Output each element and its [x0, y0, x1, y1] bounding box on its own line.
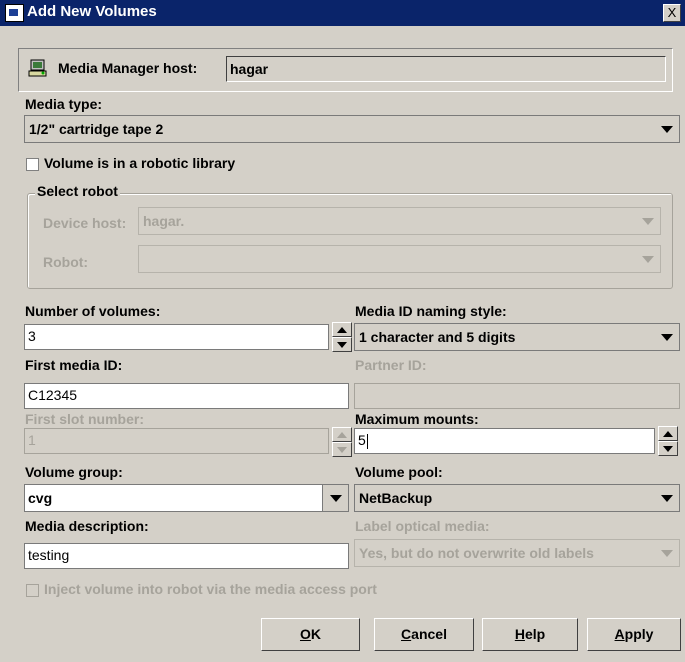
- select-robot-title: Select robot: [35, 183, 120, 199]
- label-optical-label: Label optical media:: [355, 518, 490, 534]
- chevron-down-icon: [661, 126, 673, 133]
- volume-pool-value: NetBackup: [359, 490, 433, 506]
- label-optical-value: Yes, but do not overwrite old labels: [359, 545, 594, 561]
- close-icon: X: [667, 5, 677, 20]
- media-type-label: Media type:: [25, 96, 103, 112]
- ok-mnemonic: O: [299, 626, 311, 642]
- robot-label: Robot:: [43, 254, 89, 270]
- apply-label: pply: [624, 626, 654, 642]
- app-icon: [5, 4, 24, 22]
- help-label: elp: [524, 626, 546, 642]
- naming-style-label: Media ID naming style:: [355, 303, 507, 319]
- chevron-down-icon: [330, 495, 342, 502]
- device-host-value: hagar.: [143, 213, 185, 229]
- chevron-down-icon: [642, 256, 654, 263]
- spin-down-icon[interactable]: [332, 442, 352, 457]
- media-type-dropdown[interactable]: 1/2" cartridge tape 2: [24, 115, 680, 143]
- max-mounts-spinner[interactable]: [658, 426, 678, 456]
- label-optical-dropdown[interactable]: Yes, but do not overwrite old labels: [354, 539, 680, 567]
- spin-down-icon[interactable]: [332, 337, 352, 352]
- media-type-value: 1/2" cartridge tape 2: [29, 121, 164, 137]
- first-slot-label: First slot number:: [25, 411, 145, 427]
- robotic-library-checkbox[interactable]: [26, 158, 39, 171]
- num-volumes-label: Number of volumes:: [25, 303, 161, 319]
- window-title: Add New Volumes: [27, 3, 157, 20]
- max-mounts-label: Maximum mounts:: [355, 411, 479, 427]
- robotic-library-label: Volume is in a robotic library: [44, 155, 236, 171]
- chevron-down-icon: [661, 550, 673, 557]
- first-media-id-input[interactable]: C12345: [24, 383, 349, 409]
- volume-pool-label: Volume pool:: [355, 464, 443, 480]
- host-label: Media Manager host:: [58, 60, 198, 76]
- max-mounts-value: 5: [358, 432, 366, 448]
- ok-label: K: [310, 626, 321, 642]
- volume-group-combo[interactable]: cvg: [24, 484, 349, 512]
- close-button[interactable]: X: [663, 4, 681, 22]
- volume-group-label: Volume group:: [25, 464, 123, 480]
- host-panel: Media Manager host: hagar: [18, 48, 673, 92]
- help-mnemonic: H: [514, 626, 525, 642]
- chevron-down-icon: [661, 495, 673, 502]
- spin-up-icon[interactable]: [332, 322, 352, 337]
- help-button[interactable]: Help: [482, 618, 578, 651]
- host-computer-icon: [28, 58, 48, 78]
- title-bar: Add New Volumes X: [0, 0, 685, 26]
- cancel-mnemonic: C: [401, 626, 412, 642]
- apply-button[interactable]: Apply: [587, 618, 681, 651]
- chevron-down-icon: [642, 218, 654, 225]
- spin-up-icon[interactable]: [658, 426, 678, 441]
- first-slot-input[interactable]: 1: [24, 428, 329, 454]
- first-media-id-label: First media ID:: [25, 357, 123, 373]
- device-host-label: Device host:: [43, 215, 127, 231]
- media-description-label: Media description:: [25, 518, 149, 534]
- volume-group-dropdown-button[interactable]: [322, 485, 348, 511]
- host-value: hagar: [226, 56, 666, 82]
- num-volumes-spinner[interactable]: [332, 322, 352, 352]
- spin-up-icon[interactable]: [332, 427, 352, 442]
- spin-down-icon[interactable]: [658, 441, 678, 456]
- max-mounts-input[interactable]: 5: [354, 428, 655, 454]
- naming-style-value: 1 character and 5 digits: [359, 329, 516, 345]
- media-description-input[interactable]: testing: [24, 543, 349, 569]
- inject-volume-label: Inject volume into robot via the media a…: [44, 581, 377, 597]
- text-caret: [367, 434, 368, 449]
- first-slot-spinner[interactable]: [332, 427, 352, 457]
- partner-id-input[interactable]: [354, 383, 680, 409]
- partner-id-label: Partner ID:: [355, 357, 427, 373]
- volume-group-value: cvg: [28, 490, 53, 506]
- robot-dropdown[interactable]: [138, 245, 661, 273]
- naming-style-dropdown[interactable]: 1 character and 5 digits: [354, 323, 680, 351]
- cancel-label: ancel: [411, 626, 447, 642]
- device-host-dropdown[interactable]: hagar.: [138, 207, 661, 235]
- num-volumes-input[interactable]: 3: [24, 324, 329, 350]
- cancel-button[interactable]: Cancel: [374, 618, 474, 651]
- ok-button[interactable]: OK: [261, 618, 360, 651]
- volume-pool-dropdown[interactable]: NetBackup: [354, 484, 680, 512]
- apply-mnemonic: A: [614, 626, 625, 642]
- inject-volume-checkbox[interactable]: [26, 584, 39, 597]
- chevron-down-icon: [661, 334, 673, 341]
